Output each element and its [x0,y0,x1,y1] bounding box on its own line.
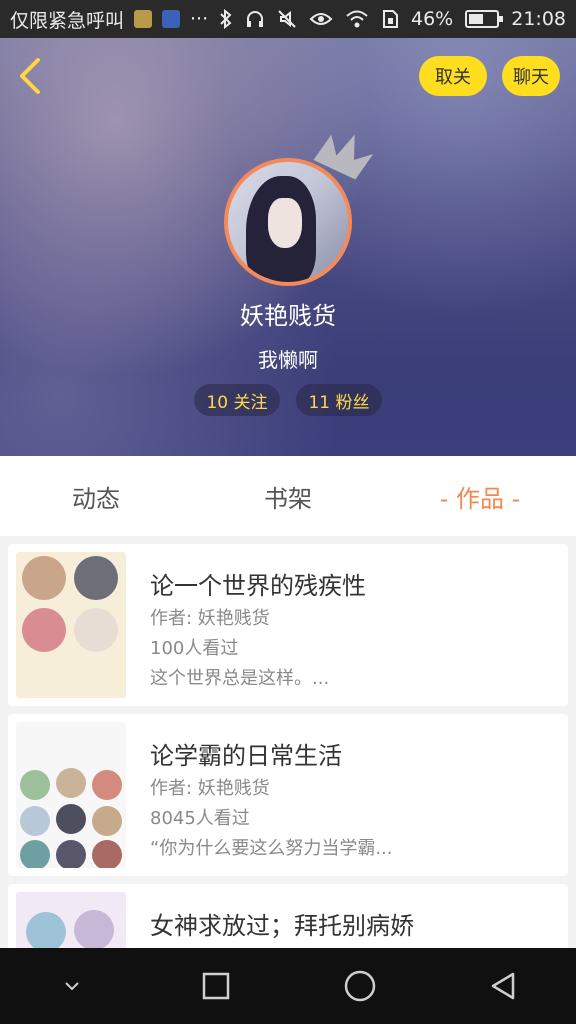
eye-icon [309,13,333,25]
chat-button[interactable]: 聊天 [502,56,560,96]
book-cover [16,722,126,868]
battery-icon [465,10,504,28]
bluetooth-icon [220,9,232,29]
navigation-bar [0,948,576,1024]
square-icon [202,972,230,1000]
tab-activity[interactable]: 动态 [0,479,192,514]
app-notification-icon-2 [162,10,181,28]
works-list: 论一个世界的残疾性 作者: 妖艳贱货 100人看过 这个世界总是这样。... 论… [0,536,576,948]
triangle-back-icon [491,972,515,1000]
clock: 21:08 [511,8,566,30]
tab-bookshelf[interactable]: 书架 [192,479,384,514]
mute-icon [278,10,296,28]
headphones-icon [247,11,263,27]
back-button[interactable] [14,56,50,96]
book-cover [16,552,126,698]
following-count-button[interactable]: 10 关注 [194,384,280,416]
work-views: 8045人看过 [150,808,250,829]
fans-count-button[interactable]: 11 粉丝 [296,384,382,416]
signature: 我懒啊 [258,348,318,372]
chevron-down-icon [65,982,79,991]
sim-icon [383,10,398,28]
book-cover [16,892,126,948]
list-item[interactable]: 论一个世界的残疾性 作者: 妖艳贱货 100人看过 这个世界总是这样。... [8,544,568,706]
list-item[interactable]: 女神求放过；拜托别病娇 [8,884,568,948]
wifi-icon [346,10,368,28]
work-title: 女神求放过；拜托别病娇 [150,912,414,940]
recent-apps-button[interactable] [188,958,244,1014]
work-description: 这个世界总是这样。... [150,668,330,689]
carrier-text: 仅限紧急呼叫 [10,9,125,32]
work-author: 作者: 妖艳贱货 [150,778,270,799]
home-button[interactable] [332,958,388,1014]
battery-percent: 46% [411,8,454,30]
avatar[interactable] [224,158,352,286]
work-title: 论一个世界的残疾性 [150,572,366,600]
list-item[interactable]: 论学霸的日常生活 作者: 妖艳贱货 8045人看过 “你为什么要这么努力当学霸.… [8,714,568,876]
tab-works[interactable]: - 作品 - [384,479,576,514]
status-bar: 仅限紧急呼叫 ··· 46% 21:08 [0,0,576,38]
work-author: 作者: 妖艳贱货 [150,608,270,629]
more-notifications: ··· [190,8,209,30]
nickname: 妖艳贱货 [240,302,336,330]
hide-nav-button[interactable] [44,958,100,1014]
chevron-left-icon [20,58,40,94]
work-views: 100人看过 [150,638,239,659]
profile-tabs: 动态 书架 - 作品 - [0,456,576,536]
unfollow-button[interactable]: 取关 [419,56,487,96]
work-title: 论学霸的日常生活 [150,742,342,770]
work-description: “你为什么要这么努力当学霸... [150,838,393,859]
back-nav-button[interactable] [476,958,532,1014]
profile-header: 取关 聊天 妖艳贱货 我懒啊 10 关注 11 粉丝 [0,38,576,456]
circle-icon [344,970,376,1002]
app-notification-icon [134,10,153,28]
